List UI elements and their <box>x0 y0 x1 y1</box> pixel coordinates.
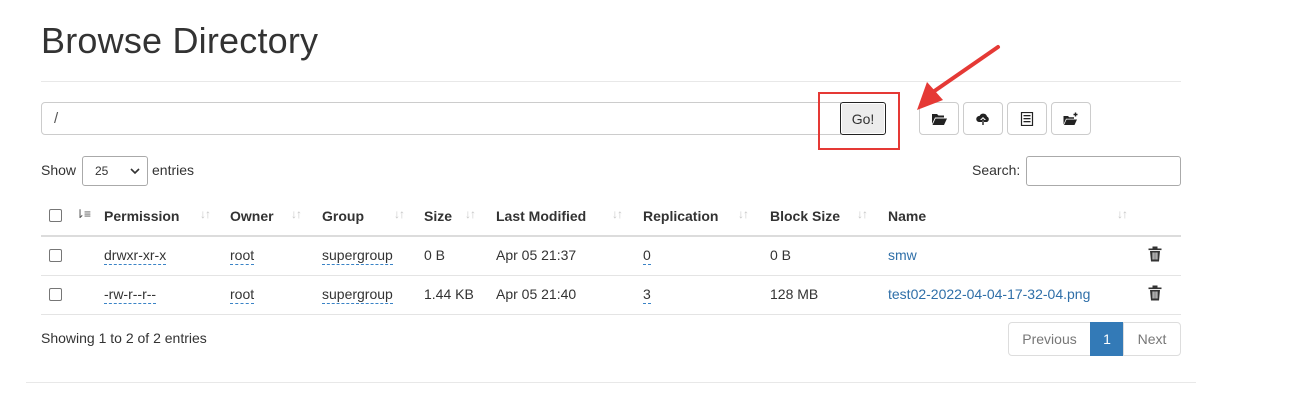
list-button[interactable] <box>1007 102 1047 135</box>
block-size-cell: 0 B <box>770 247 792 263</box>
column-header-size[interactable]: Size <box>424 208 452 224</box>
replication-cell[interactable]: 0 <box>643 247 651 265</box>
size-cell: 1.44 KB <box>424 286 474 302</box>
header-divider <box>41 235 1181 237</box>
footer-divider <box>26 382 1196 383</box>
group-cell[interactable]: supergroup <box>322 286 393 304</box>
table-info: Showing 1 to 2 of 2 entries <box>41 330 207 346</box>
column-header-name[interactable]: Name <box>888 208 926 224</box>
path-input[interactable]: / <box>41 102 841 135</box>
search-input[interactable] <box>1026 156 1181 186</box>
modified-cell: Apr 05 21:37 <box>496 247 577 263</box>
page-1-button[interactable]: 1 <box>1090 322 1124 356</box>
next-page-button[interactable]: Next <box>1123 322 1181 356</box>
sort-icon[interactable]: ↓↑ <box>857 207 868 221</box>
chevron-down-icon <box>130 168 140 175</box>
select-all-checkbox[interactable] <box>49 209 62 222</box>
column-header-permission[interactable]: Permission <box>104 208 179 224</box>
sort-icon[interactable]: ↓↑ <box>394 207 405 221</box>
path-value: / <box>54 110 59 127</box>
column-header-group[interactable]: Group <box>322 208 364 224</box>
name-link[interactable]: smw <box>888 247 917 263</box>
sort-icon[interactable]: ↓↑ <box>612 207 623 221</box>
sort-icon[interactable]: ⇂≡ <box>75 207 91 221</box>
block-size-cell: 128 MB <box>770 286 819 302</box>
column-header-last-modified[interactable]: Last Modified <box>496 208 586 224</box>
search-label: Search: <box>972 162 1021 178</box>
list-icon <box>1020 111 1034 126</box>
sort-icon[interactable]: ↓↑ <box>738 207 749 221</box>
page-length-value: 25 <box>95 164 109 178</box>
highlight-box <box>818 92 900 150</box>
column-header-owner[interactable]: Owner <box>230 208 274 224</box>
permission-cell[interactable]: drwxr-xr-x <box>104 247 167 265</box>
size-cell: 0 B <box>424 247 446 263</box>
show-label: Show <box>41 162 77 178</box>
owner-cell[interactable]: root <box>230 286 255 304</box>
permission-cell[interactable]: -rw-r--r-- <box>104 286 157 304</box>
new-folder-button[interactable] <box>1051 102 1091 135</box>
modified-cell: Apr 05 21:40 <box>496 286 577 302</box>
column-header-replication[interactable]: Replication <box>643 208 718 224</box>
row-checkbox[interactable] <box>49 288 62 301</box>
trash-icon[interactable] <box>1148 285 1162 301</box>
trash-icon[interactable] <box>1148 246 1162 262</box>
row-checkbox[interactable] <box>49 249 62 262</box>
group-cell[interactable]: supergroup <box>322 247 393 265</box>
annotation-arrow-icon <box>917 45 1000 110</box>
column-header-block-size[interactable]: Block Size <box>770 208 840 224</box>
sort-icon[interactable]: ↓↑ <box>465 207 476 221</box>
replication-cell[interactable]: 3 <box>643 286 651 304</box>
sort-icon[interactable]: ↓↑ <box>291 207 302 221</box>
page-length-select[interactable]: 25 <box>82 156 148 186</box>
new-folder-icon <box>1063 112 1078 125</box>
owner-cell[interactable]: root <box>230 247 255 265</box>
name-link[interactable]: test02-2022-04-04-17-32-04.png <box>888 286 1090 302</box>
previous-page-button[interactable]: Previous <box>1008 322 1091 356</box>
title-divider <box>41 81 1181 82</box>
row-divider <box>41 275 1181 276</box>
row-divider <box>41 314 1181 315</box>
sort-icon[interactable]: ↓↑ <box>200 207 211 221</box>
entries-label: entries <box>152 162 195 178</box>
page-title: Browse Directory <box>41 20 319 61</box>
sort-icon[interactable]: ↓↑ <box>1117 207 1128 221</box>
